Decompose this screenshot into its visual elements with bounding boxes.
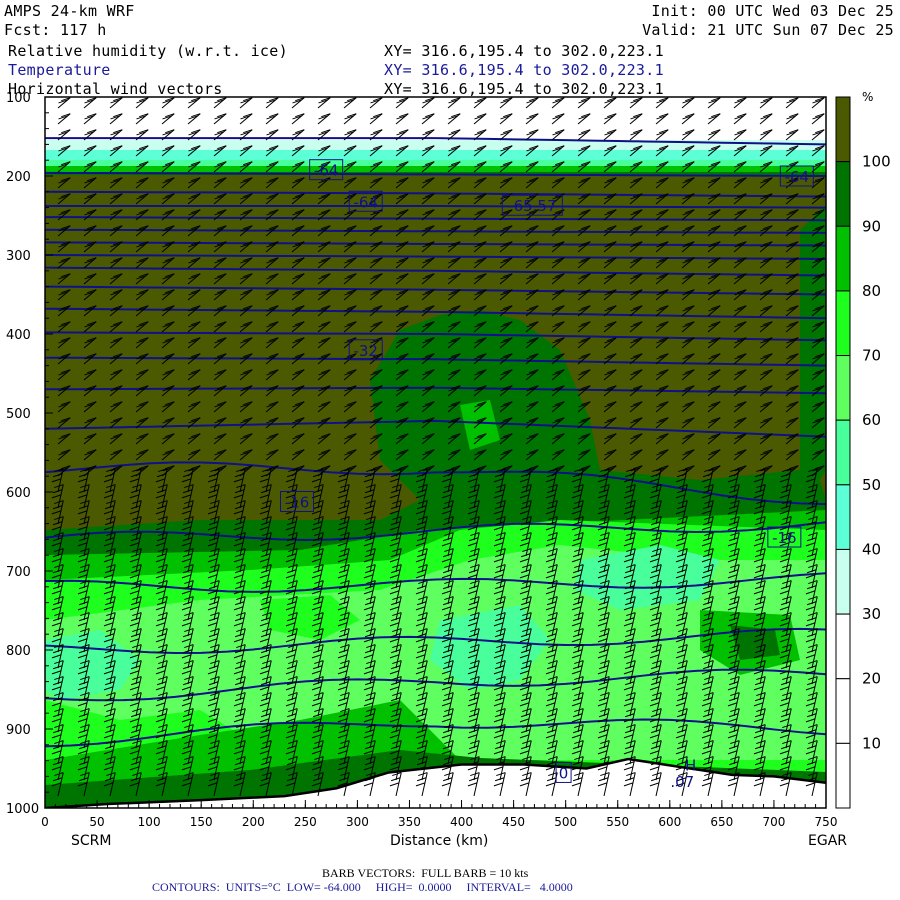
plot-area: -64 -64-64 -65.57-32-16-160 H.07 (45, 97, 826, 808)
cross-section-plot: -64 -64-64 -65.57-32-16-160 H.0710020030040… (6, 91, 891, 829)
